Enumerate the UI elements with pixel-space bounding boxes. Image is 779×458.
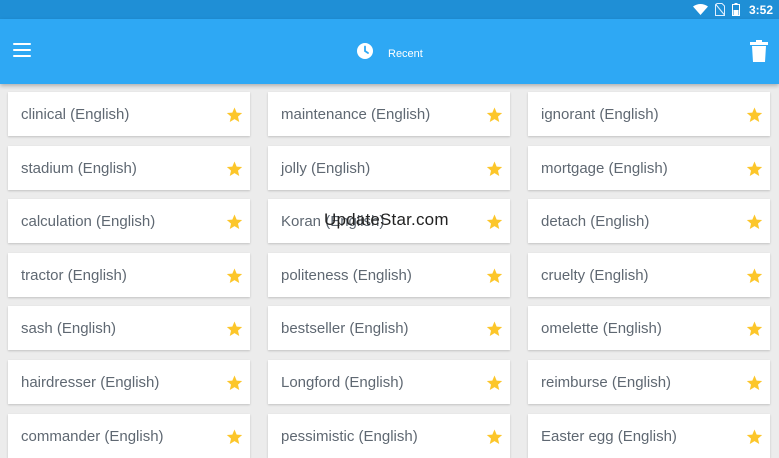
favorite-star-icon[interactable] [746,429,763,450]
favorite-star-icon[interactable] [486,321,503,342]
word-card[interactable]: stadium (English) [8,146,250,190]
word-label: maintenance (English) [281,106,431,123]
word-label: tractor (English) [21,267,127,284]
clock-icon [356,42,374,65]
word-card[interactable]: maintenance (English) [268,92,510,136]
favorite-star-icon[interactable] [746,375,763,396]
recent-words-grid: clinical (English) maintenance (English) i… [0,84,779,458]
word-card[interactable]: cruelty (English) [528,253,770,297]
status-bar: 3:52 [0,0,779,19]
word-card[interactable]: detach (English) [528,199,770,243]
word-card[interactable]: ignorant (English) [528,92,770,136]
favorite-star-icon[interactable] [226,375,243,396]
word-label: sash (English) [21,320,117,337]
word-label: cruelty (English) [541,267,649,284]
word-card[interactable]: mortgage (English) [528,146,770,190]
favorite-star-icon[interactable] [226,161,243,182]
word-card[interactable]: pessimistic (English) [268,414,510,458]
word-card[interactable]: calculation (English) [8,199,250,243]
word-label: Longford (English) [281,374,404,391]
word-label: mortgage (English) [541,160,668,177]
favorite-star-icon[interactable] [226,429,243,450]
word-card[interactable]: omelette (English) [528,306,770,350]
word-card[interactable]: jolly (English) [268,146,510,190]
favorite-star-icon[interactable] [486,107,503,128]
word-label: bestseller (English) [281,320,409,337]
word-label: calculation (English) [21,213,156,230]
trash-icon[interactable] [750,40,768,67]
favorite-star-icon[interactable] [746,321,763,342]
favorite-star-icon[interactable] [486,161,503,182]
watermark-text: UpdateStar.com [324,210,449,229]
hamburger-menu-icon[interactable] [13,43,31,57]
word-card[interactable]: Easter egg (English) [528,414,770,458]
word-card[interactable]: bestseller (English) [268,306,510,350]
word-label: omelette (English) [541,320,662,337]
wifi-icon [692,4,708,15]
status-icons: 3:52 [692,2,773,17]
word-label: pessimistic (English) [281,428,418,445]
no-sim-icon [714,3,725,16]
word-label: jolly (English) [281,160,371,177]
favorite-star-icon[interactable] [486,429,503,450]
app-toolbar: Recent [0,19,779,84]
favorite-star-icon[interactable] [486,268,503,289]
word-label: stadium (English) [21,160,137,177]
word-card[interactable]: hairdresser (English) [8,360,250,404]
word-label: Easter egg (English) [541,428,677,445]
word-label: reimburse (English) [541,374,672,391]
word-card[interactable]: tractor (English) [8,253,250,297]
word-card[interactable]: commander (English) [8,414,250,458]
word-card[interactable]: clinical (English) [8,92,250,136]
word-label: hairdresser (English) [21,374,160,391]
word-label: detach (English) [541,213,650,230]
toolbar-title-group: Recent [356,42,423,65]
favorite-star-icon[interactable] [746,107,763,128]
favorite-star-icon[interactable] [746,161,763,182]
favorite-star-icon[interactable] [486,375,503,396]
status-time: 3:52 [748,2,773,17]
word-card[interactable]: Longford (English) [268,360,510,404]
favorite-star-icon[interactable] [226,214,243,235]
word-label: ignorant (English) [541,106,659,123]
word-card[interactable]: sash (English) [8,306,250,350]
word-label: commander (English) [21,428,164,445]
battery-icon [731,3,740,16]
favorite-star-icon[interactable] [746,214,763,235]
word-label: politeness (English) [281,267,412,284]
favorite-star-icon[interactable] [226,268,243,289]
favorite-star-icon[interactable] [746,268,763,289]
favorite-star-icon[interactable] [486,214,503,235]
word-card[interactable]: politeness (English) [268,253,510,297]
word-label: clinical (English) [21,106,130,123]
favorite-star-icon[interactable] [226,321,243,342]
page-title: Recent [388,47,423,60]
word-card[interactable]: reimburse (English) [528,360,770,404]
favorite-star-icon[interactable] [226,107,243,128]
